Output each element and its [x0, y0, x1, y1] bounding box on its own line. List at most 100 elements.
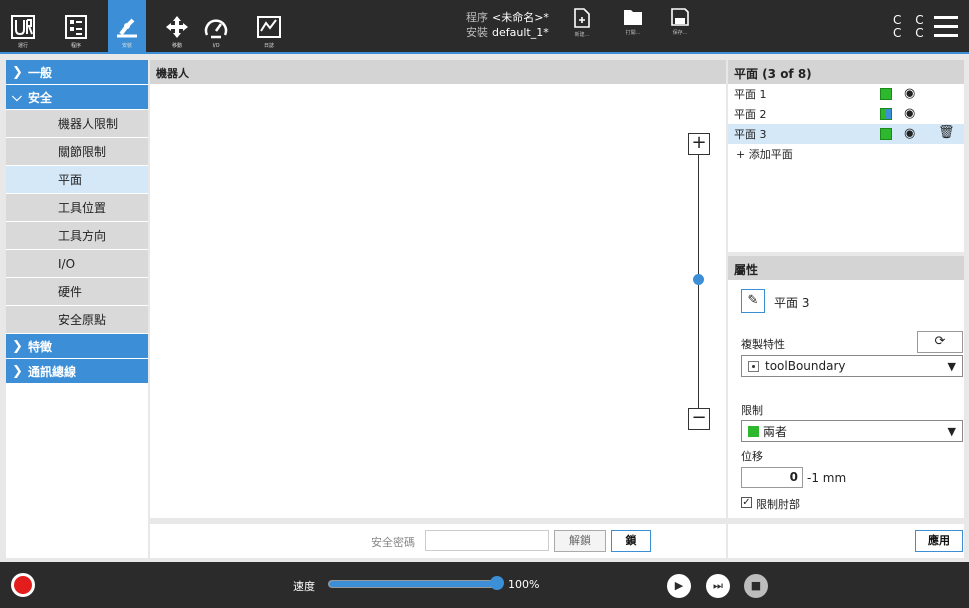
- plane-row-2[interactable]: 平面 2 ◉: [728, 104, 964, 124]
- chevron-right-icon: ❯: [12, 64, 23, 80]
- sidebar-item-tool-direction[interactable]: 工具方向: [6, 222, 148, 249]
- robot-3d-view[interactable]: [150, 84, 726, 518]
- open-file-button[interactable]: 打開...: [613, 8, 653, 48]
- speed-slider-fill: [329, 581, 497, 587]
- properties-header: 屬性: [728, 256, 964, 280]
- nav-program-button[interactable]: 程序: [48, 0, 104, 52]
- restrict-label: 限制: [741, 404, 763, 417]
- nav-run-button[interactable]: 運行: [4, 0, 42, 52]
- sidebar-section-features[interactable]: ❯ 特徵: [6, 334, 148, 358]
- chevron-down-icon: ⌵: [12, 89, 22, 105]
- restrict-indicator-icon: [880, 108, 892, 120]
- zoom-in-button[interactable]: +: [688, 133, 710, 155]
- polyscope-app: 運行 程序 安裝 移動 I/O 日誌 程序 <未命名>* 安裝 default_…: [0, 0, 969, 608]
- file-info: 程序 <未命名>* 安裝 default_1*: [466, 10, 549, 40]
- record-status-icon[interactable]: [11, 573, 35, 597]
- apply-button[interactable]: 應用: [915, 530, 963, 552]
- nav-run-label: 運行: [17, 43, 28, 49]
- sidebar-item-hardware[interactable]: 硬件: [6, 278, 148, 305]
- speed-slider-handle[interactable]: [490, 576, 504, 590]
- plane-label: 平面 2: [734, 108, 767, 121]
- new-file-label: 新建...: [574, 32, 590, 38]
- add-plane-button[interactable]: + 添加平面: [728, 144, 964, 164]
- sidebar-item-planes[interactable]: 平面: [6, 166, 148, 193]
- dropdown-arrow-icon: ▼: [947, 360, 956, 373]
- program-name: <未命名>*: [492, 11, 549, 24]
- offset-input[interactable]: 0: [741, 467, 803, 488]
- robot-arm-icon: [117, 18, 137, 38]
- sidebar-item-safety-home[interactable]: 安全原點: [6, 306, 148, 333]
- sidebar-item-robot-limits[interactable]: 機器人限制: [6, 110, 148, 137]
- program-icon: [65, 15, 87, 39]
- step-icon[interactable]: ⏭: [706, 574, 730, 598]
- speed-label: 速度: [293, 580, 315, 593]
- zoom-slider-handle[interactable]: [693, 274, 704, 285]
- offset-unit: -1 mm: [807, 471, 847, 485]
- chevron-right-icon: ❯: [12, 363, 23, 379]
- restrict-elbow-label: 限制肘部: [756, 498, 800, 511]
- plane-row-3[interactable]: 平面 3 ◉ 🗑: [728, 124, 964, 144]
- copy-properties-label: 複製特性: [741, 338, 785, 351]
- save-file-label: 保存...: [672, 30, 688, 36]
- feature-point-icon: [748, 360, 759, 372]
- topbar-accent-line: [0, 52, 969, 54]
- nav-installation-label: 安裝: [121, 43, 132, 49]
- open-file-label: 打開...: [625, 30, 641, 36]
- copy-feature-value: toolBoundary: [765, 359, 846, 373]
- sidebar-section-comm[interactable]: ❯ 通訊總線: [6, 359, 148, 383]
- install-key: 安裝: [466, 26, 488, 39]
- restrict-select[interactable]: 兩者 ▼: [741, 420, 963, 442]
- new-file-button[interactable]: 新建...: [562, 8, 602, 48]
- status-cc-line: C C: [893, 26, 929, 40]
- sidebar-item-tool-position[interactable]: 工具位置: [6, 194, 148, 221]
- eye-visibility-icon[interactable]: ◉: [904, 106, 915, 121]
- lock-button[interactable]: 鎖: [611, 530, 651, 552]
- planes-panel: 平面 (3 of 8) 平面 1 ◉ 平面 2 ◉ 平面 3 ◉ 🗑 + 添加平…: [728, 60, 964, 252]
- nav-io-button[interactable]: I/O: [198, 0, 234, 52]
- nav-log-button[interactable]: 日誌: [250, 0, 288, 52]
- dropdown-arrow-icon: ▼: [947, 425, 956, 438]
- trash-delete-icon[interactable]: 🗑: [938, 125, 955, 140]
- stop-icon[interactable]: ■: [744, 574, 768, 598]
- rename-pencil-icon[interactable]: ✎: [741, 289, 765, 313]
- unlock-button[interactable]: 解鎖: [554, 530, 606, 552]
- safety-password-input[interactable]: [425, 530, 549, 551]
- plane-row-1[interactable]: 平面 1 ◉: [728, 84, 964, 104]
- offset-label: 位移: [741, 450, 763, 463]
- robot-view-title: 機器人: [150, 60, 726, 84]
- sidebar-section-general[interactable]: ❯ 一般: [6, 60, 148, 84]
- plane-label: 平面 1: [734, 88, 767, 101]
- top-bar: 運行 程序 安裝 移動 I/O 日誌 程序 <未命名>* 安裝 default_…: [0, 0, 969, 54]
- log-chart-icon: [257, 16, 281, 38]
- speed-slider-track[interactable]: [328, 580, 498, 588]
- eye-visibility-icon[interactable]: ◉: [904, 126, 915, 141]
- sidebar-item-joint-limits[interactable]: 關節限制: [6, 138, 148, 165]
- zoom-out-button[interactable]: −: [688, 408, 710, 430]
- sidebar-item-io[interactable]: I/O: [6, 250, 148, 277]
- status-cc: C C C C: [893, 14, 929, 40]
- sidebar-section-label: 安全: [28, 90, 53, 105]
- safety-password-label: 安全密碼: [371, 536, 415, 549]
- plane-label: 平面 3: [734, 128, 767, 141]
- copy-feature-select[interactable]: toolBoundary ▼: [741, 355, 963, 377]
- hamburger-menu-icon[interactable]: [934, 16, 958, 38]
- sidebar-section-label: 一般: [28, 65, 53, 80]
- ur-logo-icon: [11, 15, 35, 39]
- io-gauge-icon: [204, 19, 228, 39]
- nav-io-label: I/O: [212, 43, 220, 49]
- sidebar-section-safety[interactable]: ⌵ 安全: [6, 85, 148, 109]
- save-disk-icon: [671, 8, 689, 26]
- plane-name: 平面 3: [774, 296, 810, 310]
- play-icon[interactable]: ▶: [667, 574, 691, 598]
- save-file-button[interactable]: 保存...: [660, 8, 700, 48]
- restrict-both-icon: [748, 425, 759, 437]
- nav-move-button[interactable]: 移動: [160, 0, 194, 52]
- nav-log-label: 日誌: [263, 43, 274, 49]
- nav-program-label: 程序: [70, 43, 81, 49]
- eye-visibility-icon[interactable]: ◉: [904, 86, 915, 101]
- install-name: default_1*: [492, 26, 549, 39]
- nav-installation-button[interactable]: 安裝: [108, 0, 146, 52]
- refresh-icon[interactable]: ⟳: [917, 331, 963, 353]
- chevron-right-icon: ❯: [12, 338, 23, 354]
- restrict-elbow-checkbox[interactable]: ✓: [741, 497, 752, 508]
